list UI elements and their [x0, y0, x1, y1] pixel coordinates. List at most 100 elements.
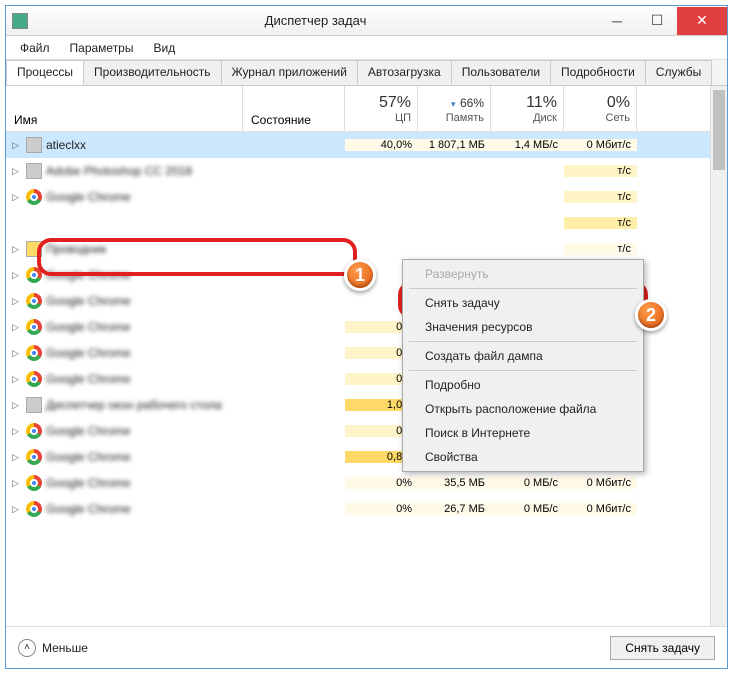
cm-open-location[interactable]: Открыть расположение файла: [405, 397, 641, 421]
expand-chevron-icon[interactable]: ▷: [12, 400, 22, 411]
cm-search-online[interactable]: Поиск в Интернете: [405, 421, 641, 445]
expand-chevron-icon[interactable]: ▷: [12, 426, 22, 437]
process-net-cell: т/с: [564, 217, 637, 229]
context-menu: Развернуть Снять задачу Значения ресурсо…: [402, 259, 644, 472]
col-header-network[interactable]: 0% Сеть: [564, 86, 637, 131]
maximize-button[interactable]: ☐: [637, 7, 677, 35]
chrome-icon: [26, 189, 42, 205]
col-header-name[interactable]: Имя: [6, 86, 243, 131]
process-name-cell[interactable]: ▷ Google Chrome: [6, 345, 243, 361]
process-name-cell[interactable]: ▷Google Chrome: [6, 449, 243, 465]
expand-chevron-icon[interactable]: ▷: [12, 296, 22, 307]
cm-properties[interactable]: Свойства: [405, 445, 641, 469]
cm-end-task[interactable]: Снять задачу: [405, 291, 641, 315]
footer: ˄ Меньше Снять задачу: [6, 626, 727, 668]
menu-file[interactable]: Файл: [10, 39, 60, 57]
process-name-cell[interactable]: ▷Google Chrome: [6, 189, 243, 205]
expand-chevron-icon[interactable]: ▷: [12, 166, 22, 177]
cm-separator: [409, 370, 637, 371]
cm-expand[interactable]: Развернуть: [405, 262, 641, 286]
process-disk-cell: 1,4 МБ/с: [491, 139, 564, 151]
process-cpu-cell: 0%: [345, 477, 418, 489]
cm-resource-values[interactable]: Значения ресурсов: [405, 315, 641, 339]
sort-indicator-icon: ▾: [451, 99, 456, 110]
chevron-up-icon: ˄: [18, 639, 36, 657]
process-name-label: Google Chrome: [46, 476, 131, 490]
expand-chevron-icon[interactable]: ▷: [12, 452, 22, 463]
process-name-cell[interactable]: ▷Диспетчер окон рабочего стола: [6, 397, 243, 413]
expand-chevron-icon[interactable]: ▷: [12, 192, 22, 203]
process-name-label: Google Chrome: [46, 294, 131, 308]
process-mem-cell: 26,7 МБ: [418, 503, 491, 515]
col-header-cpu[interactable]: 57% ЦП: [345, 86, 418, 131]
process-name-cell[interactable]: ▷Проводник: [6, 241, 243, 257]
process-name-cell[interactable]: ▷ Google Chrome: [6, 423, 243, 439]
process-name-cell[interactable]: ▷Google Chrome: [6, 501, 243, 517]
tab-startup[interactable]: Автозагрузка: [357, 60, 452, 85]
cm-separator: [409, 341, 637, 342]
col-header-memory[interactable]: ▾ 66% Память: [418, 86, 491, 131]
process-name-cell[interactable]: ▷ Google Chrome: [6, 293, 243, 309]
table-row[interactable]: ▷ Google Chrome 0%35,5 МБ0 МБ/с0 Мбит/с: [6, 470, 727, 496]
vertical-scrollbar[interactable]: [710, 86, 727, 626]
tab-app-history[interactable]: Журнал приложений: [221, 60, 358, 85]
app-icon: [26, 397, 42, 413]
menu-options[interactable]: Параметры: [60, 39, 144, 57]
tab-details[interactable]: Подробности: [550, 60, 646, 85]
tab-performance[interactable]: Производительность: [83, 60, 221, 85]
table-row[interactable]: т/с: [6, 210, 727, 236]
folder-icon: [26, 241, 42, 257]
end-task-button[interactable]: Снять задачу: [610, 636, 715, 660]
process-net-cell: т/с: [564, 243, 637, 255]
table-row[interactable]: ▷Adobe Photoshop CC 2018т/с: [6, 158, 727, 184]
expand-chevron-icon[interactable]: ▷: [12, 270, 22, 281]
expand-chevron-icon[interactable]: ▷: [12, 374, 22, 385]
process-name-label: Google Chrome: [46, 268, 131, 282]
process-name-label: Google Chrome: [46, 346, 131, 360]
tab-services[interactable]: Службы: [645, 60, 712, 85]
process-disk-cell: 0 МБ/с: [491, 503, 564, 515]
cm-separator: [409, 288, 637, 289]
process-mem-cell: 35,5 МБ: [418, 477, 491, 489]
table-row[interactable]: ▷Google Chrome т/с: [6, 184, 727, 210]
col-header-disk[interactable]: 11% Диск: [491, 86, 564, 131]
expand-chevron-icon[interactable]: ▷: [12, 348, 22, 359]
process-disk-cell: 0 МБ/с: [491, 477, 564, 489]
process-name-cell[interactable]: ▷Adobe Photoshop CC 2018: [6, 163, 243, 179]
process-net-cell: т/с: [564, 191, 637, 203]
expand-chevron-icon[interactable]: ▷: [12, 140, 22, 151]
process-net-cell: 0 Мбит/с: [564, 477, 637, 489]
col-header-state[interactable]: Состояние: [243, 86, 345, 131]
process-name-cell[interactable]: ▷Google Chrome: [6, 371, 243, 387]
process-cpu-cell: 40,0%: [345, 139, 418, 151]
tab-processes[interactable]: Процессы: [6, 60, 84, 85]
table-row[interactable]: ▷Google Chrome0%26,7 МБ0 МБ/с0 Мбит/с: [6, 496, 727, 522]
expand-chevron-icon[interactable]: ▷: [12, 478, 22, 489]
tab-users[interactable]: Пользователи: [451, 60, 551, 85]
menu-view[interactable]: Вид: [143, 39, 185, 57]
cm-create-dump[interactable]: Создать файл дампа: [405, 344, 641, 368]
cm-details[interactable]: Подробно: [405, 373, 641, 397]
chrome-icon: [26, 319, 42, 335]
chrome-icon: [26, 423, 42, 439]
expand-chevron-icon[interactable]: ▷: [12, 504, 22, 515]
menubar: Файл Параметры Вид: [6, 36, 727, 60]
process-name-cell[interactable]: [6, 215, 243, 231]
close-button[interactable]: ✕: [677, 7, 727, 35]
process-name-cell[interactable]: ▷ Google Chrome: [6, 475, 243, 491]
annotation-badge-1: 1: [344, 259, 376, 291]
process-name-cell[interactable]: ▷ Google Chrome: [6, 267, 243, 283]
titlebar[interactable]: Диспетчер задач ─ ☐ ✕: [6, 6, 727, 36]
minimize-button[interactable]: ─: [597, 7, 637, 35]
process-name-cell[interactable]: ▷atieclxx: [6, 137, 243, 153]
chrome-icon: [26, 475, 42, 491]
scrollbar-thumb[interactable]: [713, 90, 725, 170]
window-title: Диспетчер задач: [34, 13, 597, 28]
expand-chevron-icon[interactable]: ▷: [12, 322, 22, 333]
process-mem-cell: 1 807,1 МБ: [418, 139, 491, 151]
table-row[interactable]: ▷atieclxx40,0%1 807,1 МБ1,4 МБ/с0 Мбит/с: [6, 132, 727, 158]
expand-chevron-icon[interactable]: ▷: [12, 244, 22, 255]
process-name-cell[interactable]: ▷Google Chrome: [6, 319, 243, 335]
process-name-label: Google Chrome: [46, 424, 131, 438]
fewer-details-button[interactable]: ˄ Меньше: [18, 639, 88, 657]
